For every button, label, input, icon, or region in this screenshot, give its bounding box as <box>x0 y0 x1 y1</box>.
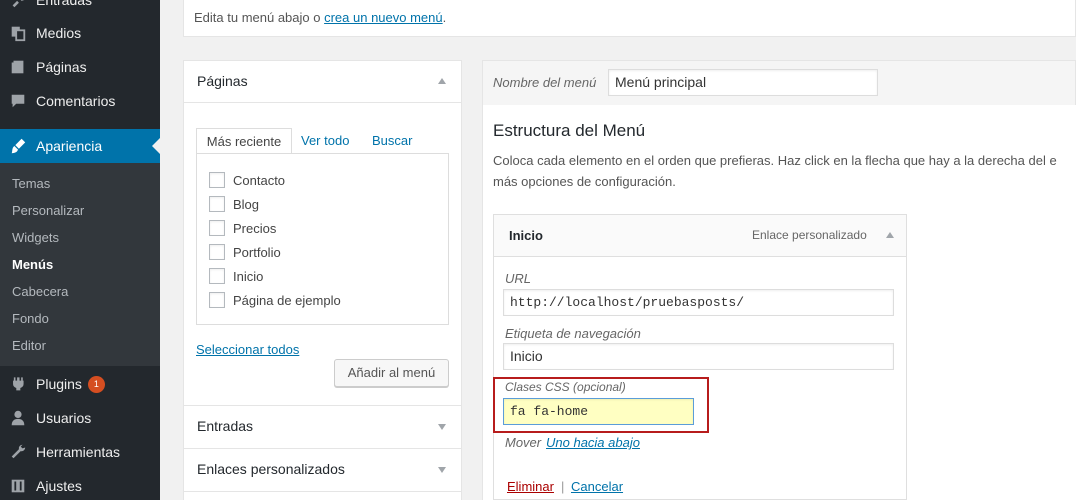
select-all-link[interactable]: Seleccionar todos <box>196 342 299 357</box>
sidebar-item-label: Ajustes <box>36 478 82 494</box>
submenu-menus[interactable]: Menús <box>12 257 53 272</box>
appearance-submenu: Temas Personalizar Widgets Menús Cabecer… <box>0 163 160 366</box>
tools-icon <box>0 443 36 461</box>
list-item[interactable]: Precios <box>209 220 276 236</box>
css-classes-label: Clases CSS (opcional) <box>505 380 626 394</box>
list-item[interactable]: Blog <box>209 196 259 212</box>
appearance-icon <box>0 137 36 155</box>
pages-icon <box>0 58 36 76</box>
sidebar-item-apariencia[interactable]: Apariencia <box>0 129 160 163</box>
submenu-fondo[interactable]: Fondo <box>12 311 49 326</box>
url-input[interactable]: http://localhost/pruebasposts/ <box>503 289 894 316</box>
users-icon <box>0 409 36 427</box>
collapse-up-icon[interactable] <box>438 78 446 84</box>
cancel-link[interactable]: Cancelar <box>571 479 623 494</box>
sidebar-item-label: Páginas <box>36 59 87 75</box>
collapse-up-icon[interactable] <box>886 232 894 238</box>
list-item[interactable]: Contacto <box>209 172 285 188</box>
expand-down-icon[interactable] <box>438 424 446 430</box>
sidebar-item-label: Comentarios <box>36 93 116 109</box>
pages-panel-title[interactable]: Páginas <box>197 73 248 89</box>
checkbox[interactable] <box>209 220 225 236</box>
url-label: URL <box>505 271 532 286</box>
update-badge: 1 <box>87 375 105 393</box>
menu-item-type: Enlace personalizado <box>752 228 867 242</box>
create-new-menu-link[interactable]: crea un nuevo menú <box>324 10 443 25</box>
checkbox[interactable] <box>209 244 225 260</box>
sidebar-item-paginas[interactable]: Páginas <box>0 50 160 84</box>
sidebar-item-label: Plugins <box>36 376 82 392</box>
tab-ver-todo[interactable]: Ver todo <box>301 128 349 154</box>
css-classes-input[interactable]: fa fa-home <box>503 398 694 425</box>
admin-sidebar: Entradas Medios Páginas Comentarios Apar… <box>0 0 160 500</box>
nav-label-input[interactable]: Inicio <box>503 343 894 370</box>
tab-mas-reciente[interactable]: Más reciente <box>196 128 292 154</box>
list-item[interactable]: Inicio <box>209 268 263 284</box>
sidebar-item-label: Herramientas <box>36 444 121 460</box>
submenu-temas[interactable]: Temas <box>12 176 50 191</box>
structure-description-line2: más opciones de configuración. <box>493 174 676 189</box>
submenu-personalizar[interactable]: Personalizar <box>12 203 84 218</box>
media-icon <box>0 24 36 42</box>
sidebar-item-usuarios[interactable]: Usuarios <box>0 401 160 435</box>
structure-description-line1: Coloca cada elemento en el orden que pre… <box>493 153 1057 168</box>
custom-links-panel-title[interactable]: Enlaces personalizados <box>197 461 345 477</box>
plugins-icon <box>0 375 36 393</box>
comments-icon <box>0 92 36 110</box>
note-text: Edita tu menú abajo o <box>194 10 325 25</box>
settings-icon <box>0 477 36 495</box>
pin-icon <box>0 0 36 9</box>
submenu-widgets[interactable]: Widgets <box>12 230 59 245</box>
move-down-link[interactable]: Uno hacia abajo <box>546 435 640 450</box>
delete-link[interactable]: Eliminar <box>507 479 554 494</box>
sidebar-item-label: Usuarios <box>36 410 92 426</box>
sidebar-item-entradas[interactable]: Entradas <box>0 0 160 17</box>
submenu-editor[interactable]: Editor <box>12 338 46 353</box>
next-panel <box>183 491 462 500</box>
structure-title: Estructura del Menú <box>493 121 646 140</box>
sidebar-item-label: Apariencia <box>36 138 103 154</box>
sidebar-item-label: Medios <box>36 25 82 41</box>
tab-buscar[interactable]: Buscar <box>372 128 412 154</box>
checkbox[interactable] <box>209 292 225 308</box>
checkbox[interactable] <box>209 268 225 284</box>
list-item[interactable]: Portfolio <box>209 244 281 260</box>
list-item[interactable]: Página de ejemplo <box>209 292 341 308</box>
checkbox[interactable] <box>209 196 225 212</box>
sidebar-item-herramientas[interactable]: Herramientas <box>0 435 160 469</box>
menu-name-label: Nombre del menú <box>493 75 597 90</box>
sidebar-item-plugins[interactable]: Plugins 1 <box>0 367 160 401</box>
pages-checklist: Contacto Blog Precios Portfolio Inicio P… <box>196 153 449 325</box>
menu-name-input[interactable]: Menú principal <box>608 69 878 96</box>
sidebar-item-comentarios[interactable]: Comentarios <box>0 84 160 118</box>
checkbox[interactable] <box>209 172 225 188</box>
menu-item-title: Inicio <box>509 228 543 243</box>
action-separator: | <box>561 479 565 494</box>
sidebar-item-label: Entradas <box>36 0 93 8</box>
nav-label-label: Etiqueta de navegación <box>505 326 641 341</box>
sidebar-item-medios[interactable]: Medios <box>0 16 160 50</box>
expand-down-icon[interactable] <box>438 467 446 473</box>
submenu-cabecera[interactable]: Cabecera <box>12 284 68 299</box>
move-label: Mover <box>505 435 542 450</box>
current-arrow <box>152 138 160 154</box>
manage-menus-note: Edita tu menú abajo o crea un nuevo menú… <box>183 0 1076 37</box>
divider <box>183 102 462 103</box>
add-to-menu-button[interactable]: Añadir al menú <box>334 359 449 387</box>
entradas-panel-title[interactable]: Entradas <box>197 418 253 434</box>
sidebar-item-ajustes[interactable]: Ajustes <box>0 469 160 500</box>
